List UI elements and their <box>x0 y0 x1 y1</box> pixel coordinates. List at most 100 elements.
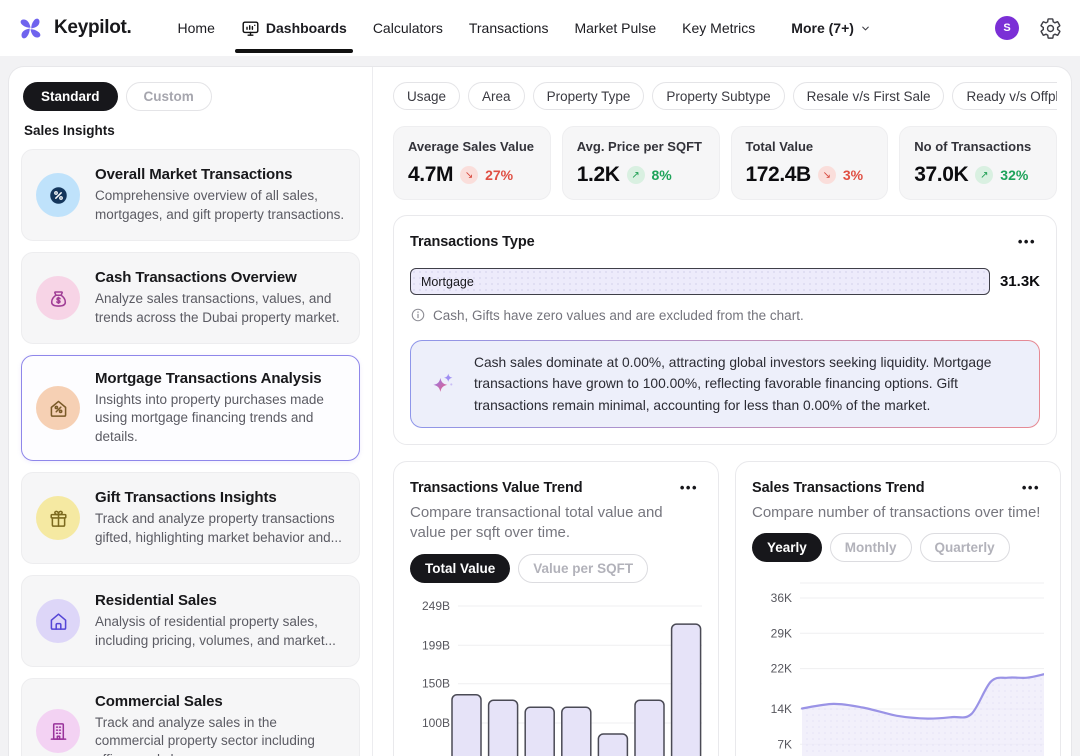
filter-chip-resale-v-s-first-sale[interactable]: Resale v/s First Sale <box>793 82 945 110</box>
percent-badge-icon <box>36 173 80 217</box>
kpi-row: Average Sales Value 4.7M ↘ 27% Avg. Price pe… <box>393 126 1057 200</box>
brand[interactable]: Keypilot. <box>16 14 132 43</box>
toggle-yearly[interactable]: Yearly <box>752 533 822 562</box>
sidebar-item-residential-sales[interactable]: Residential SalesAnalysis of residential… <box>21 575 360 667</box>
custom-tab[interactable]: Custom <box>126 82 212 111</box>
kpi-change: 3% <box>843 167 863 183</box>
nav-menu: Home Dashboards Calculators Transactions Mar… <box>178 13 995 44</box>
dashboard-item-description: Analysis of residential property sales, … <box>95 613 345 650</box>
sidebar-item-overall-market-transactions[interactable]: Overall Market Transactions Comprehensive… <box>21 149 360 241</box>
nav-item-market-pulse[interactable]: Market Pulse <box>574 14 656 42</box>
gift-icon <box>36 496 80 540</box>
sales-trend-toggles: Yearly Monthly Quarterly <box>752 533 1044 562</box>
settings-gear-icon[interactable] <box>1039 17 1062 40</box>
charts-row: Transactions Value Trend ••• Compare tra… <box>393 461 1057 756</box>
home-icon <box>36 599 80 643</box>
trend-up-arrow-icon: ↗ <box>627 166 645 184</box>
value-trend-toggles: Total Value Value per SQFT <box>410 554 702 583</box>
sales-trend-menu-icon[interactable]: ••• <box>1018 478 1044 497</box>
nav-item-calculators[interactable]: Calculators <box>373 14 443 42</box>
sales-trend-subtitle: Compare number of transactions over time… <box>752 503 1044 523</box>
dashboard-item-description: Comprehensive overview of all sales, mor… <box>95 187 345 224</box>
sidebar-item-gift-transactions-insights[interactable]: Gift Transactions Insights Track and anal… <box>21 472 360 564</box>
kpi-label: Total Value <box>746 139 874 154</box>
value-trend-title: Transactions Value Trend <box>410 480 582 496</box>
svg-text:22K: 22K <box>771 662 792 676</box>
transactions-type-menu-icon[interactable]: ••• <box>1014 232 1040 251</box>
dashboard-item-description: Insights into property purchases made us… <box>95 391 345 446</box>
kpi-card-avg-price-per-sqft: Avg. Price per SQFT1.2K↗8% <box>562 126 720 200</box>
toggle-value-per-sqft[interactable]: Value per SQFT <box>518 554 648 583</box>
filter-chip-ready-v-s-offplan[interactable]: Ready v/s Offplan <box>952 82 1057 110</box>
kpi-label: Avg. Price per SQFT <box>577 139 705 154</box>
office-building-icon <box>36 709 80 753</box>
sales-trend-title: Sales Transactions Trend <box>752 480 924 496</box>
keypilot-logo-icon <box>16 14 45 43</box>
toggle-quarterly[interactable]: Quarterly <box>920 533 1010 562</box>
transactions-type-title: Transactions Type <box>410 234 535 250</box>
toggle-total-value[interactable]: Total Value <box>410 554 510 583</box>
filter-chip-property-subtype[interactable]: Property Subtype <box>652 82 784 110</box>
kpi-label: No of Transactions <box>914 139 1042 154</box>
sales-transactions-trend-card: Sales Transactions Trend ••• Compare num… <box>735 461 1061 756</box>
sidebar-item-commercial-sales[interactable]: Commercial SalesTrack and analyze sales … <box>21 678 360 756</box>
kpi-value: 172.4B <box>746 163 811 187</box>
dashboard-item-title: Overall Market Transactions <box>95 166 345 183</box>
exclusion-note: Cash, Gifts have zero values and are exc… <box>433 308 804 323</box>
kpi-value: 37.0K <box>914 163 968 187</box>
value-trend-bar-chart: 249B 199B 150B 100B <box>410 593 702 756</box>
svg-text:249B: 249B <box>422 599 450 613</box>
dashboard-monitor-icon <box>241 19 260 38</box>
sidebar: Standard Custom Sales Insights Overall M… <box>9 67 373 756</box>
kpi-change: 32% <box>1000 167 1028 183</box>
svg-text:29K: 29K <box>771 627 792 641</box>
mortgage-bar-label: Mortgage <box>421 275 474 289</box>
nav-item-dashboards[interactable]: Dashboards <box>241 13 347 44</box>
user-avatar[interactable]: S <box>995 16 1019 40</box>
filter-chip-area[interactable]: Area <box>468 82 525 110</box>
nav-right: S <box>995 16 1062 40</box>
nav-item-key-metrics[interactable]: Key Metrics <box>682 14 755 42</box>
filter-chip-usage[interactable]: Usage <box>393 82 460 110</box>
standard-tab[interactable]: Standard <box>23 82 118 111</box>
filter-chip-property-type[interactable]: Property Type <box>533 82 645 110</box>
dashboard-item-description: Analyze sales transactions, values, and … <box>95 290 345 327</box>
dashboard-list: Overall Market Transactions Comprehensive… <box>21 149 360 756</box>
trend-down-arrow-icon: ↘ <box>818 166 836 184</box>
sales-trend-area-chart: 36K29K22K14K7K <box>752 570 1044 756</box>
sidebar-item-cash-transactions-overview[interactable]: Cash Transactions OverviewAnalyze sales … <box>21 252 360 344</box>
nav-item-transactions[interactable]: Transactions <box>469 14 549 42</box>
value-trend-menu-icon[interactable]: ••• <box>676 478 702 497</box>
nav-more-menu[interactable]: More (7+) <box>791 14 871 42</box>
dashboard-item-title: Gift Transactions Insights <box>95 489 345 506</box>
kpi-change: 27% <box>485 167 513 183</box>
kpi-value: 1.2K <box>577 163 620 187</box>
content-panel: Standard Custom Sales Insights Overall M… <box>8 66 1072 756</box>
svg-text:100B: 100B <box>422 716 450 730</box>
svg-text:150B: 150B <box>422 676 450 690</box>
svg-text:199B: 199B <box>422 638 450 652</box>
dashboard-item-description: Track and analyze property transactions … <box>95 510 345 547</box>
kpi-value: 4.7M <box>408 163 453 187</box>
chevron-down-icon <box>860 23 871 34</box>
info-icon <box>410 307 426 323</box>
mortgage-bar[interactable]: Mortgage <box>410 268 990 295</box>
sidebar-item-mortgage-transactions-analysis[interactable]: Mortgage Transactions AnalysisInsights i… <box>21 355 360 461</box>
transactions-type-card: Transactions Type ••• Mortgage 31.3K Cas… <box>393 215 1057 445</box>
filter-chips: Usage Area Property TypeProperty Subtype Re… <box>393 82 1057 110</box>
toggle-monthly[interactable]: Monthly <box>830 533 912 562</box>
top-nav: Keypilot. Home Dashboards Calculators Trans… <box>0 0 1080 56</box>
ai-sparkle-icon <box>429 369 457 399</box>
house-percent-icon <box>36 386 80 430</box>
svg-text:7K: 7K <box>777 738 792 752</box>
kpi-label: Average Sales Value <box>408 139 536 154</box>
trend-down-arrow-icon: ↘ <box>460 166 478 184</box>
main-content: Usage Area Property TypeProperty Subtype Re… <box>373 67 1071 756</box>
money-bag-icon <box>36 276 80 320</box>
kpi-card-no-of-transactions: No of Transactions 37.0K ↗ 32% <box>899 126 1057 200</box>
nav-item-home[interactable]: Home <box>178 14 215 42</box>
dashboard-item-title: Commercial Sales <box>95 693 345 710</box>
trend-up-arrow-icon: ↗ <box>975 166 993 184</box>
ai-insight-text: Cash sales dominate at 0.00%, attracting… <box>474 352 1021 416</box>
kpi-card-total-value: Total Value 172.4B ↘ 3% <box>731 126 889 200</box>
